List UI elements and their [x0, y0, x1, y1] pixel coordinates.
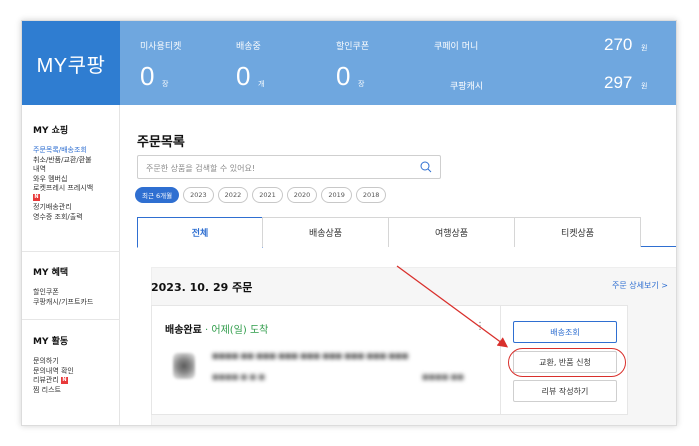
- coupay-money-value[interactable]: 270: [604, 35, 632, 55]
- coupang-cash-label: 쿠팡캐시: [450, 82, 484, 92]
- write-review-button[interactable]: 리뷰 작성하기: [513, 380, 617, 402]
- stat-value: 0: [336, 61, 351, 91]
- coupay-money-unit: 원: [641, 44, 648, 52]
- order-detail-link[interactable]: 주문 상세보기 >: [612, 280, 668, 291]
- year-chip-recent[interactable]: 최근 6개월: [135, 187, 180, 203]
- sidebar-item-cash-giftcard[interactable]: 쿠팡캐시/기프트카드: [33, 298, 93, 308]
- stat-unit: 장: [162, 80, 169, 88]
- year-chip-2020[interactable]: 2020: [286, 187, 318, 203]
- sidebar-item-subscription[interactable]: 정기배송관리: [33, 203, 93, 213]
- highlight-ellipse: [508, 348, 626, 377]
- more-options-icon[interactable]: ⋮: [475, 321, 485, 332]
- stat-label: 배송중: [236, 42, 261, 52]
- search-icon[interactable]: [420, 161, 432, 173]
- tab-travel[interactable]: 여행상품: [388, 217, 515, 247]
- sidebar-item-inquiry-history[interactable]: 문의내역 확인: [33, 367, 74, 377]
- sidebar-item-fresh-badge-row: N: [33, 194, 93, 204]
- coupang-cash-value[interactable]: 297: [604, 73, 632, 93]
- stat-unit: 장: [358, 80, 365, 88]
- sidebar-title: MY 활동: [33, 337, 69, 347]
- year-chip-2019[interactable]: 2019: [321, 187, 352, 203]
- year-chip-2021[interactable]: 2021: [252, 187, 283, 203]
- sidebar-item-wow-membership[interactable]: 와우 멤버십: [33, 175, 93, 185]
- sidebar-item-rocket-fresh[interactable]: 로켓프레시 프레시백: [33, 184, 93, 194]
- sidebar-item-orders[interactable]: 주문목록/배송조회: [33, 146, 93, 156]
- product-thumbnail[interactable]: [173, 353, 195, 379]
- shipping-status: 배송완료 · 어제(일) 도착: [165, 321, 268, 336]
- screenshot-frame: MY쿠팡 미사용티켓 0 장 배송중 0 개 할인쿠폰 0 장 쿠페이 머니 2…: [21, 20, 677, 426]
- brand-title: MY쿠팡: [36, 54, 106, 77]
- brand-logo[interactable]: MY쿠팡: [22, 21, 120, 105]
- sidebar-divider: [22, 319, 120, 320]
- tab-delivery[interactable]: 배송상품: [262, 217, 389, 247]
- tab-all[interactable]: 전체: [137, 217, 263, 248]
- arrival-info: 어제(일) 도착: [211, 325, 269, 336]
- year-chip-2018[interactable]: 2018: [355, 187, 387, 203]
- sidebar-item-label: 리뷰관리: [33, 376, 59, 384]
- coupang-cash-unit: 원: [641, 82, 648, 90]
- status-label: 배송완료: [165, 325, 202, 336]
- year-chip-2023[interactable]: 2023: [183, 187, 214, 203]
- product-sub-info: ■■■■ ■ ■ ■: [212, 373, 265, 381]
- sidebar-section-shopping: MY 쇼핑 주문목록/배송조회 취소/반품/교환/환불 내역 와우 멤버십 로켓…: [33, 123, 93, 222]
- sidebar-item-coupons[interactable]: 할인쿠폰: [33, 288, 93, 298]
- order-type-tabs: 전체 배송상품 여행상품 티켓상품: [137, 217, 676, 248]
- search-input[interactable]: 주문한 상품을 검색할 수 있어요!: [137, 155, 441, 179]
- item-divider: [500, 306, 501, 414]
- sidebar-item-reviews[interactable]: 리뷰관리 N: [33, 376, 74, 386]
- sidebar: MY 쇼핑 주문목록/배송조회 취소/반품/교환/환불 내역 와우 멤버십 로켓…: [22, 105, 120, 425]
- sidebar-item-receipt[interactable]: 영수증 조회/출력: [33, 213, 93, 223]
- tab-ticket[interactable]: 티켓상품: [514, 217, 641, 247]
- new-badge: N: [61, 376, 68, 384]
- sidebar-item-cancel-return[interactable]: 취소/반품/교환/환불: [33, 156, 93, 166]
- sidebar-title: MY 쇼핑: [33, 126, 69, 136]
- search-placeholder: 주문한 상품을 검색할 수 있어요!: [146, 164, 256, 173]
- new-badge: N: [33, 194, 40, 201]
- sidebar-section-activity: MY 활동 문의하기 문의내역 확인 리뷰관리 N 찜 리스트: [33, 334, 74, 395]
- header: MY쿠팡 미사용티켓 0 장 배송중 0 개 할인쿠폰 0 장 쿠페이 머니 2…: [22, 21, 676, 105]
- sidebar-item-inquiry[interactable]: 문의하기: [33, 357, 74, 367]
- product-name[interactable]: ■■■■ ■■ ■■■ ■■■ ■■■ ■■■ ■■■ ■■■ ■■■: [212, 352, 480, 360]
- stat-unit: 개: [258, 80, 265, 88]
- sidebar-item-cancel-return-history[interactable]: 내역: [33, 165, 93, 175]
- page-title: 주문목록: [137, 135, 185, 150]
- year-chip-2022[interactable]: 2022: [217, 187, 249, 203]
- stat-label: 할인쿠폰: [336, 42, 370, 52]
- status-separator: ·: [205, 325, 209, 336]
- product-price: ■■■■ ■■: [422, 373, 464, 381]
- stat-value: 0: [236, 61, 251, 91]
- year-filter: 최근 6개월 2023 2022 2021 2020 2019 2018: [135, 187, 387, 205]
- stat-value: 0: [140, 61, 155, 91]
- sidebar-item-wishlist[interactable]: 찜 리스트: [33, 386, 74, 396]
- track-delivery-button[interactable]: 배송조회: [513, 321, 617, 343]
- sidebar-divider: [22, 251, 120, 252]
- sidebar-section-benefits: MY 혜택 할인쿠폰 쿠팡캐시/기프트카드: [33, 265, 93, 307]
- sidebar-title: MY 혜택: [33, 268, 69, 278]
- stats-bar: 미사용티켓 0 장 배송중 0 개 할인쿠폰 0 장 쿠페이 머니 270 원 …: [120, 21, 676, 105]
- order-date: 2023. 10. 29 주문: [151, 281, 253, 294]
- stat-label: 미사용티켓: [140, 42, 182, 52]
- coupay-money-label: 쿠페이 머니: [434, 42, 479, 52]
